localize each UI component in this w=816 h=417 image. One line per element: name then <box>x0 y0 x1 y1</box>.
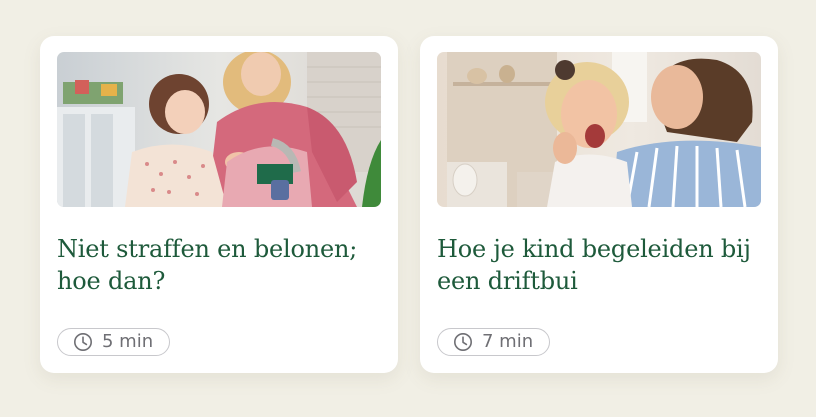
clock-icon <box>454 333 472 351</box>
article-image-2[interactable] <box>437 52 761 207</box>
reading-time: 7 min <box>482 331 534 352</box>
mother-daughter-backpack-photo <box>57 52 381 207</box>
reading-time-badge: 7 min <box>437 328 551 356</box>
clock-icon <box>74 333 92 351</box>
article-title[interactable]: Hoe je kind begeleiden bij een driftbui <box>437 233 761 297</box>
reading-time-badge: 5 min <box>57 328 171 356</box>
article-image-1[interactable] <box>57 52 381 207</box>
article-title[interactable]: Niet straffen en belonen; hoe dan? <box>57 233 381 297</box>
reading-time: 5 min <box>102 331 154 352</box>
article-card-1[interactable]: Niet straffen en belonen; hoe dan? 5 min <box>40 36 398 373</box>
article-card-2[interactable]: Hoe je kind begeleiden bij een driftbui … <box>420 36 778 373</box>
mother-crying-child-photo <box>437 52 761 207</box>
